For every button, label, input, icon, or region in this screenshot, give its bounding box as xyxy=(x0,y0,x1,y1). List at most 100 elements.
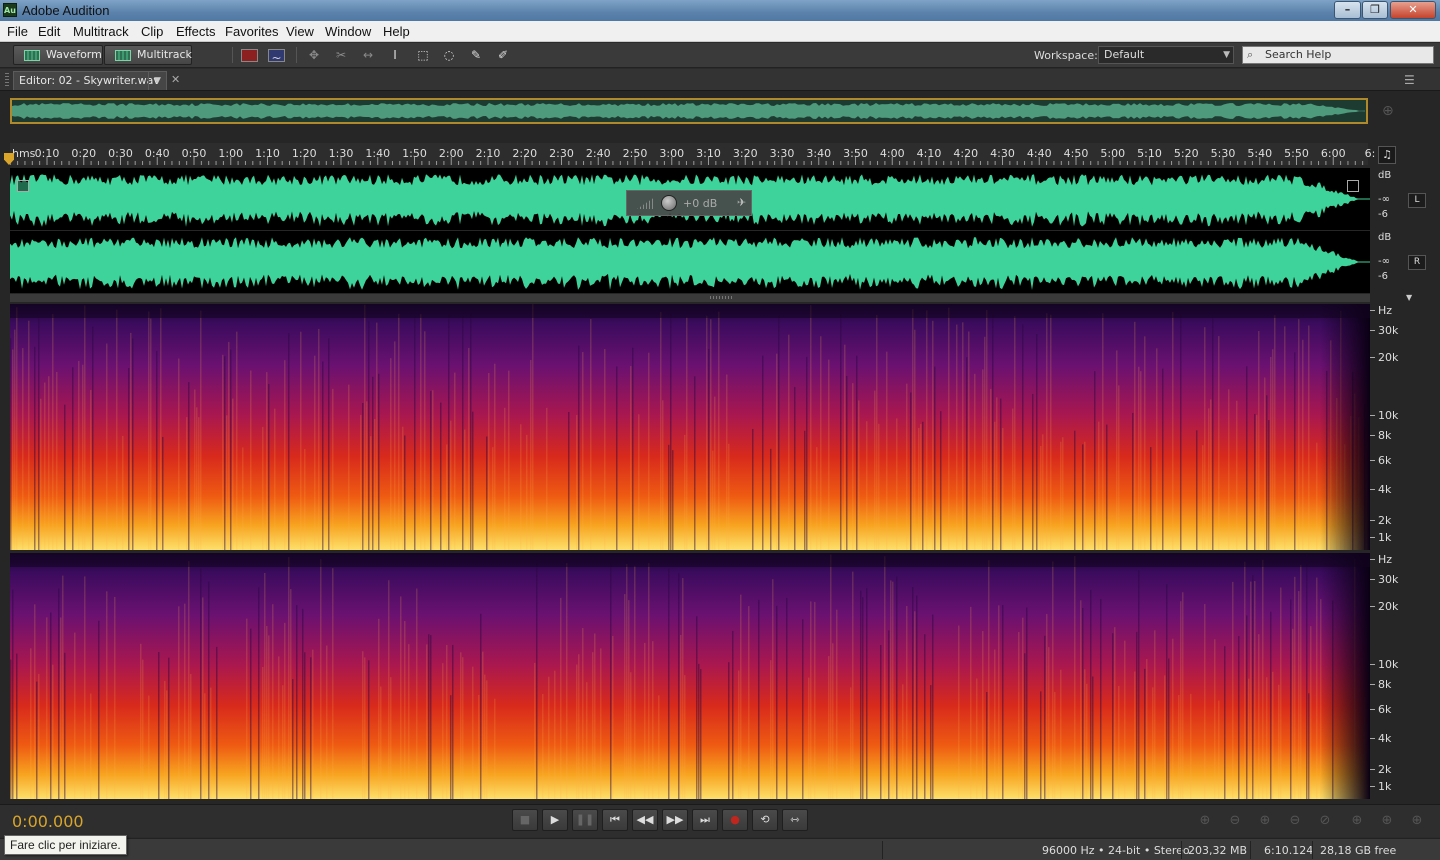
zoom-to-in-point-icon[interactable]: ⊕ xyxy=(1348,813,1366,829)
headphones-icon[interactable]: ♫ xyxy=(1378,146,1396,164)
overview-bar[interactable] xyxy=(10,98,1368,124)
ruler-tick-label: 2:10 xyxy=(475,147,501,160)
hz-label: 4k xyxy=(1369,732,1392,745)
menu-window[interactable]: Window xyxy=(325,24,371,39)
current-time[interactable]: 0:00.000 xyxy=(12,812,84,831)
search-help-placeholder: Search Help xyxy=(1265,48,1332,61)
menu-file[interactable]: File xyxy=(7,24,28,39)
zoom-to-out-point-icon[interactable]: ⊕ xyxy=(1378,813,1396,829)
collapse-arrow-icon[interactable]: ▼ xyxy=(1406,293,1412,302)
zoom-out-time-icon[interactable]: ⊖ xyxy=(1286,813,1304,829)
marquee-selection-tool-icon[interactable]: ⬚ xyxy=(415,47,431,63)
zoom-selection-icon[interactable]: ⊕ xyxy=(1408,813,1426,829)
spectral-frequency-display-icon[interactable] xyxy=(241,49,258,62)
ruler-tick-label: 2:40 xyxy=(585,147,611,160)
spectral-pitch-display-icon[interactable]: ~ xyxy=(268,49,285,65)
menu-help[interactable]: Help xyxy=(383,24,410,39)
view-divider[interactable] xyxy=(10,294,1370,302)
stop-button[interactable]: ■ xyxy=(512,809,538,831)
db-unit: dB xyxy=(1378,170,1392,181)
ruler-tick-label: 4:40 xyxy=(1026,147,1052,160)
menu-effects[interactable]: Effects xyxy=(176,24,216,39)
db-scale-left: dB -∞ -6 xyxy=(1372,170,1402,230)
lasso-selection-tool-icon[interactable]: ◌ xyxy=(441,47,457,63)
status-file-size: 203,32 MB xyxy=(1188,844,1248,857)
zoom-out-amplitude-icon[interactable]: ⊖ xyxy=(1226,813,1244,829)
zoom-out-full-icon[interactable]: ⊘ xyxy=(1316,813,1334,829)
menu-edit[interactable]: Edit xyxy=(38,24,60,39)
toolbar-separator xyxy=(296,47,297,63)
workspace-select[interactable]: Default ▼ xyxy=(1098,46,1234,64)
menu-clip[interactable]: Clip xyxy=(141,24,163,39)
maximize-button[interactable]: ❐ xyxy=(1362,1,1388,19)
title-bar: Au Adobe Audition – ❐ ✕ xyxy=(0,0,1440,21)
panel-menu-icon[interactable]: ☰ xyxy=(1404,73,1415,87)
move-to-next-button[interactable]: ⏭ xyxy=(692,809,718,831)
hz-label: Hz xyxy=(1369,553,1393,566)
menu-view[interactable]: View xyxy=(286,24,314,39)
channel-left-button[interactable]: L xyxy=(1408,193,1426,208)
multitrack-view-label: Multitrack xyxy=(137,48,192,61)
ruler-tick-label: 3:30 xyxy=(769,147,795,160)
fade-out-handle[interactable] xyxy=(1347,180,1359,192)
pin-icon[interactable]: ✈ xyxy=(737,196,746,209)
chevron-down-icon[interactable]: ▼ xyxy=(148,72,166,90)
editor-panel-header: Editor: 02 - Skywriter.wav ▼ ✕ ☰ xyxy=(0,69,1440,91)
multitrack-icon xyxy=(115,50,131,61)
ruler-tick-label: 1:50 xyxy=(402,147,427,160)
waveform-channel-right[interactable] xyxy=(10,231,1370,293)
overview-waveform xyxy=(12,103,1365,119)
record-button[interactable]: ● xyxy=(722,809,748,831)
ruler-tick-label: 5:20 xyxy=(1173,147,1199,160)
ruler-tick-label: 4:30 xyxy=(990,147,1015,160)
db-inf: -∞ xyxy=(1378,256,1390,267)
zoom-in-icon[interactable]: ⊕ xyxy=(1382,103,1400,121)
multitrack-view-button[interactable]: Multitrack xyxy=(104,45,192,65)
ruler-tick-label: 1:00 xyxy=(218,147,244,160)
editor-tab[interactable]: Editor: 02 - Skywriter.wav ▼ xyxy=(13,71,167,90)
loop-playback-button[interactable]: ⟲ xyxy=(752,809,778,831)
zoom-in-amplitude-icon[interactable]: ⊕ xyxy=(1196,813,1214,829)
razor-tool-icon[interactable]: ✂ xyxy=(333,47,349,63)
fast-forward-button[interactable]: ▶▶ xyxy=(662,809,688,831)
ruler-tick-label: 4:20 xyxy=(953,147,979,160)
hz-label: 2k xyxy=(1369,514,1392,527)
paintbrush-selection-tool-icon[interactable]: ✎ xyxy=(468,47,484,63)
hud-gain-value: +0 dB xyxy=(683,197,718,210)
slip-tool-icon[interactable]: ↔ xyxy=(360,47,376,63)
status-duration: 6:10.124 xyxy=(1264,844,1314,857)
panel-grip[interactable] xyxy=(5,73,9,87)
spot-healing-brush-tool-icon[interactable]: ✐ xyxy=(495,47,511,63)
ruler-tick-label: 3:20 xyxy=(732,147,758,160)
fade-in-handle[interactable] xyxy=(17,180,29,192)
spectrogram-right[interactable] xyxy=(10,553,1370,799)
menu-favorites[interactable]: Favorites xyxy=(225,24,278,39)
move-tool-icon[interactable]: ✥ xyxy=(306,47,322,63)
hud-volume[interactable]: +0 dB ✈ xyxy=(626,190,752,216)
hz-label: 10k xyxy=(1369,409,1399,422)
db-scale-right: dB -∞ -6 xyxy=(1372,232,1402,292)
channel-right-button[interactable]: R xyxy=(1408,255,1426,270)
waveform-view-button[interactable]: Waveform xyxy=(13,45,103,65)
minimize-button[interactable]: – xyxy=(1334,1,1361,19)
waveform-editor: ⊕ hms 0:10 0:20 0:30 0:40 0:50 1:00 1:10 1:20 1:… xyxy=(0,91,1440,837)
play-button[interactable]: ▶ xyxy=(542,809,568,831)
close-button[interactable]: ✕ xyxy=(1390,1,1436,19)
ruler-tick-label: 3:50 xyxy=(843,147,868,160)
time-ruler[interactable]: hms 0:10 0:20 0:30 0:40 0:50 1:00 1:10 1:20 1:30… xyxy=(10,143,1375,165)
pause-button[interactable]: ❚❚ xyxy=(572,809,598,831)
ruler-tick-label: 0:40 xyxy=(144,147,170,160)
move-to-previous-button[interactable]: ⏮ xyxy=(602,809,628,831)
spectrogram-left[interactable] xyxy=(10,304,1370,550)
volume-knob[interactable] xyxy=(661,195,677,211)
zoom-in-time-icon[interactable]: ⊕ xyxy=(1256,813,1274,829)
ruler-tick-label: 5:10 xyxy=(1137,147,1162,160)
search-help-input[interactable]: ⌕ Search Help xyxy=(1242,46,1434,64)
rewind-button[interactable]: ◀◀ xyxy=(632,809,658,831)
hz-scale-right: Hz 30k 20k 10k 8k 6k 4k 2k 1k xyxy=(1369,553,1410,799)
ruler-tick-label: 2:20 xyxy=(512,147,538,160)
menu-multitrack[interactable]: Multitrack xyxy=(73,24,129,39)
skip-selection-button[interactable]: ⇿ xyxy=(782,809,808,831)
close-tab-icon[interactable]: ✕ xyxy=(171,73,180,86)
time-selection-tool-icon[interactable]: I xyxy=(387,47,403,63)
